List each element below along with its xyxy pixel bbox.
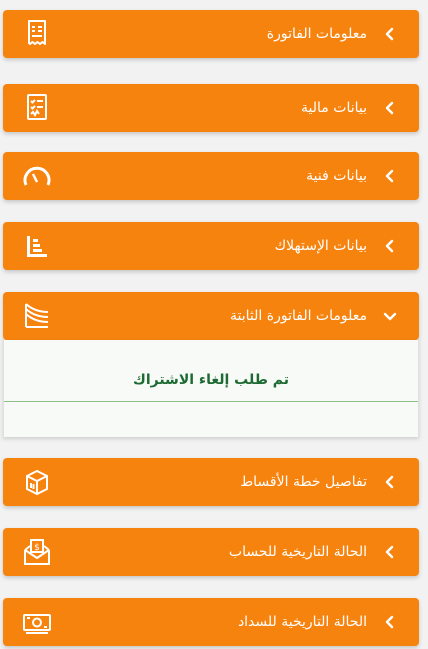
svg-text:$: $ <box>34 543 40 553</box>
subscription-cancel-message: تم طلب إلغاء الاشتراك <box>133 372 289 388</box>
envelope-money-icon: $ <box>24 539 50 565</box>
section-technical-data[interactable]: بيانات فنية <box>3 152 419 200</box>
section-label: تفاصيل خطة الأقساط <box>240 474 367 490</box>
installments-box-icon <box>26 469 48 496</box>
invoice-icon <box>28 20 46 45</box>
fixed-invoice-icon <box>25 303 49 328</box>
chevron-left-icon <box>385 169 394 183</box>
section-label: بيانات مالية <box>301 100 367 116</box>
chevron-left-icon <box>385 615 394 629</box>
consumption-bars-icon <box>27 236 47 257</box>
chevron-left-icon <box>385 475 394 489</box>
section-consumption-data[interactable]: بيانات الإستهلاك <box>3 222 419 270</box>
section-financial-data[interactable]: بيانات مالية <box>3 84 419 132</box>
financial-list-icon <box>27 94 47 120</box>
section-account-history[interactable]: $ الحالة التاريخية للحساب <box>3 528 419 576</box>
chevron-left-icon <box>385 101 394 115</box>
section-label: معلومات الفاتورة الثابتة <box>230 308 367 324</box>
section-installments-plan[interactable]: تفاصيل خطة الأقساط <box>3 458 419 506</box>
section-label: الحالة التاريخية للسداد <box>237 614 367 630</box>
chevron-left-icon <box>385 545 394 559</box>
fixed-invoice-panel: تم طلب إلغاء الاشتراك <box>3 340 419 437</box>
chevron-left-icon <box>385 27 394 41</box>
section-label: الحالة التاريخية للحساب <box>228 544 367 560</box>
divider <box>4 401 418 402</box>
section-fixed-invoice-info[interactable]: معلومات الفاتورة الثابتة <box>3 292 419 340</box>
banknote-icon <box>23 614 51 634</box>
section-label: معلومات الفاتورة <box>266 26 367 42</box>
chevron-down-icon <box>383 312 397 321</box>
chevron-left-icon <box>385 239 394 253</box>
gauge-icon <box>23 166 51 186</box>
section-label: بيانات الإستهلاك <box>274 238 367 254</box>
section-invoice-info[interactable]: معلومات الفاتورة <box>3 10 419 58</box>
section-payment-history[interactable]: الحالة التاريخية للسداد <box>3 598 419 646</box>
section-label: بيانات فنية <box>306 168 367 184</box>
